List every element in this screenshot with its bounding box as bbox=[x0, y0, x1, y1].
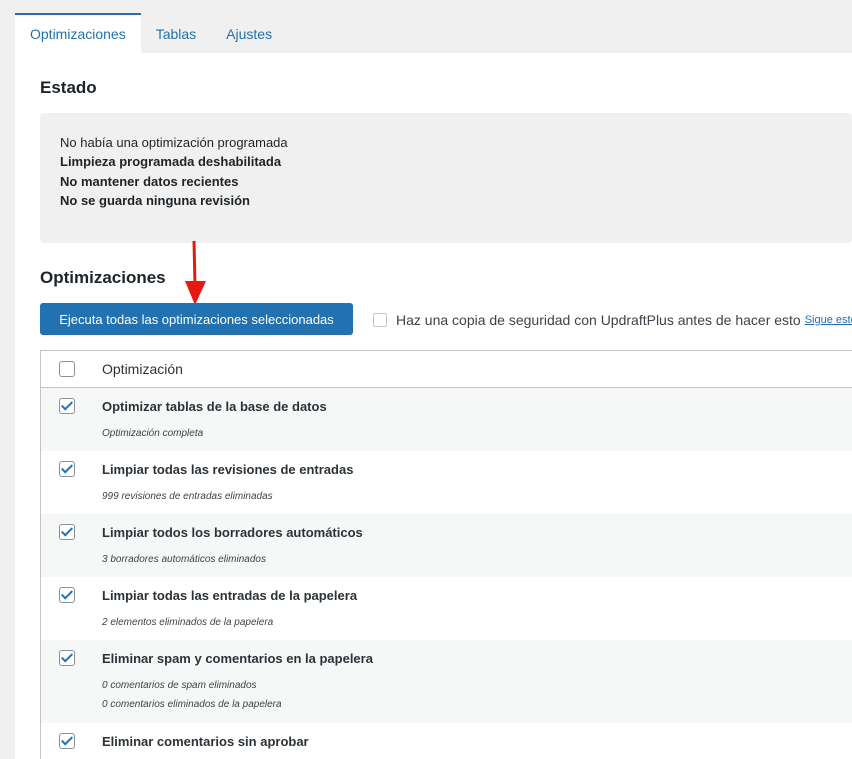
status-line: No mantener datos recientes bbox=[60, 174, 239, 189]
row-detail: 0 comentarios eliminados de la papelera bbox=[102, 699, 282, 710]
row-checkbox[interactable] bbox=[59, 587, 75, 603]
backup-option: Haz una copia de seguridad con UpdraftPl… bbox=[373, 311, 852, 329]
optimizations-table: Optimización Optimizar tablas de la base… bbox=[40, 350, 852, 759]
row-checkbox[interactable] bbox=[59, 398, 75, 414]
select-all-checkbox[interactable] bbox=[59, 361, 75, 377]
tab-ajustes[interactable]: Ajustes bbox=[211, 13, 287, 53]
table-row: Limpiar todos los borradores automáticos… bbox=[41, 514, 852, 577]
table-row: Eliminar comentarios sin aprobar bbox=[41, 723, 852, 759]
row-title: Eliminar comentarios sin aprobar bbox=[102, 734, 309, 749]
backup-checkbox[interactable] bbox=[373, 313, 387, 327]
content-panel: Estado No había una optimización program… bbox=[15, 53, 852, 759]
red-arrow-annotation bbox=[185, 241, 206, 305]
table-row: Limpiar todas las entradas de la papeler… bbox=[41, 577, 852, 640]
tab-optimizaciones[interactable]: Optimizaciones bbox=[15, 13, 141, 53]
table-header: Optimización bbox=[41, 351, 852, 388]
table-row: Optimizar tablas de la base de datos Opt… bbox=[41, 388, 852, 451]
status-line: Limpieza programada deshabilitada bbox=[60, 154, 282, 169]
row-detail: 999 revisiones de entradas eliminadas bbox=[102, 491, 273, 502]
tab-tablas[interactable]: Tablas bbox=[141, 13, 211, 53]
row-detail: 2 elementos eliminados de la papelera bbox=[102, 617, 274, 628]
row-title: Limpiar todas las entradas de la papeler… bbox=[102, 588, 358, 603]
row-checkbox[interactable] bbox=[59, 461, 75, 477]
row-title: Limpiar todos los borradores automáticos bbox=[102, 525, 363, 540]
status-box: No había una optimización programada Lim… bbox=[40, 113, 852, 243]
status-heading: Estado bbox=[40, 78, 97, 97]
row-title: Optimizar tablas de la base de datos bbox=[102, 399, 327, 414]
row-detail: Optimización completa bbox=[102, 428, 204, 439]
row-detail: 0 comentarios de spam eliminados bbox=[102, 680, 257, 691]
table-row: Eliminar spam y comentarios en la papele… bbox=[41, 640, 852, 723]
backup-label: Haz una copia de seguridad con UpdraftPl… bbox=[396, 312, 801, 328]
backup-link[interactable]: Sigue este e bbox=[805, 314, 852, 326]
row-title: Limpiar todas las revisiones de entradas bbox=[102, 462, 354, 477]
status-line: No se guarda ninguna revisión bbox=[60, 193, 250, 208]
row-detail: 3 borradores automáticos eliminados bbox=[102, 554, 266, 565]
row-checkbox[interactable] bbox=[59, 650, 75, 666]
table-row: Limpiar todas las revisiones de entradas… bbox=[41, 451, 852, 514]
tab-bar: Optimizaciones Tablas Ajustes bbox=[15, 13, 287, 53]
row-title: Eliminar spam y comentarios en la papele… bbox=[102, 651, 373, 666]
row-checkbox[interactable] bbox=[59, 524, 75, 540]
column-header-optimizacion: Optimización bbox=[102, 361, 183, 377]
status-line: No había una optimización programada bbox=[60, 135, 288, 150]
row-checkbox[interactable] bbox=[59, 733, 75, 749]
optimizations-heading: Optimizaciones bbox=[40, 268, 166, 287]
run-all-optimizations-button[interactable]: Ejecuta todas las optimizaciones selecci… bbox=[40, 303, 353, 335]
